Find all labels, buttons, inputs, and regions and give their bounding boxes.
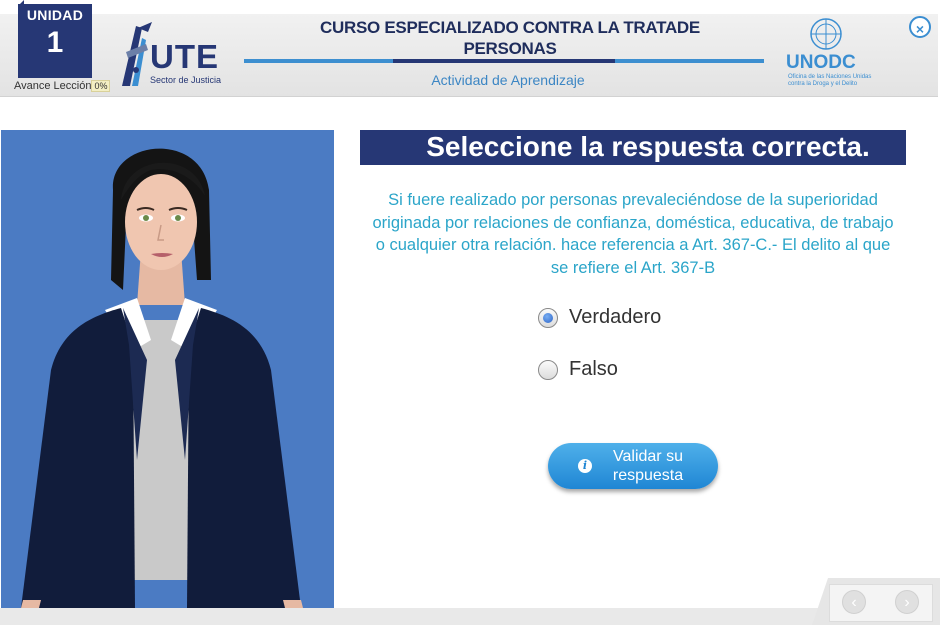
option-label: Verdadero [569, 306, 662, 328]
title-divider-accent [393, 59, 615, 63]
activity-label: Actividad de Aprendizaje [431, 72, 585, 88]
radio-verdadero[interactable] [538, 307, 558, 328]
option-falso[interactable]: Falso [538, 358, 618, 381]
instructor-avatar-illustration [21, 148, 303, 608]
unit-number: 1 [46, 26, 64, 59]
unodc-subtitle: Oficina de las Naciones Unidas contra la… [788, 74, 872, 87]
progress-label: Avance Lección [14, 80, 92, 92]
header: UNIDAD 1 Avance Lección 0% UTE Sector de … [0, 0, 940, 97]
unit-badge: UNIDAD 1 [18, 4, 92, 78]
lesson-progress: Avance Lección 0% [14, 80, 111, 92]
ute-subtitle: Sector de Justicia [150, 75, 222, 85]
question-text: Si fuere realizado por personas prevalec… [372, 191, 894, 277]
question-prompt: Seleccione la respuesta correcta. [360, 130, 906, 165]
chevron-right-icon: › [904, 594, 910, 611]
option-verdadero[interactable]: Verdadero [538, 306, 661, 329]
unit-label: UNIDAD [26, 7, 84, 23]
footer-strip [0, 608, 940, 625]
ute-logo-text: UTE [150, 38, 219, 75]
close-button[interactable]: × [909, 16, 931, 38]
validate-label: Validar su respuesta [612, 448, 684, 484]
instructor-avatar-panel [1, 130, 334, 608]
next-button[interactable]: › [895, 590, 919, 614]
unodc-logo-text: UNODC [786, 52, 856, 73]
validate-answer-button[interactable]: i Validar su respuesta [548, 443, 718, 489]
course-title: CURSO ESPECIALIZADO CONTRA LA TRATADE PE… [320, 18, 700, 58]
option-label: Falso [569, 358, 618, 380]
close-icon: × [915, 21, 925, 37]
progress-value: 0% [91, 80, 111, 92]
chevron-left-icon: ‹ [851, 594, 857, 611]
radio-falso[interactable] [538, 359, 558, 380]
info-icon: i [578, 459, 592, 473]
previous-button[interactable]: ‹ [842, 590, 866, 614]
